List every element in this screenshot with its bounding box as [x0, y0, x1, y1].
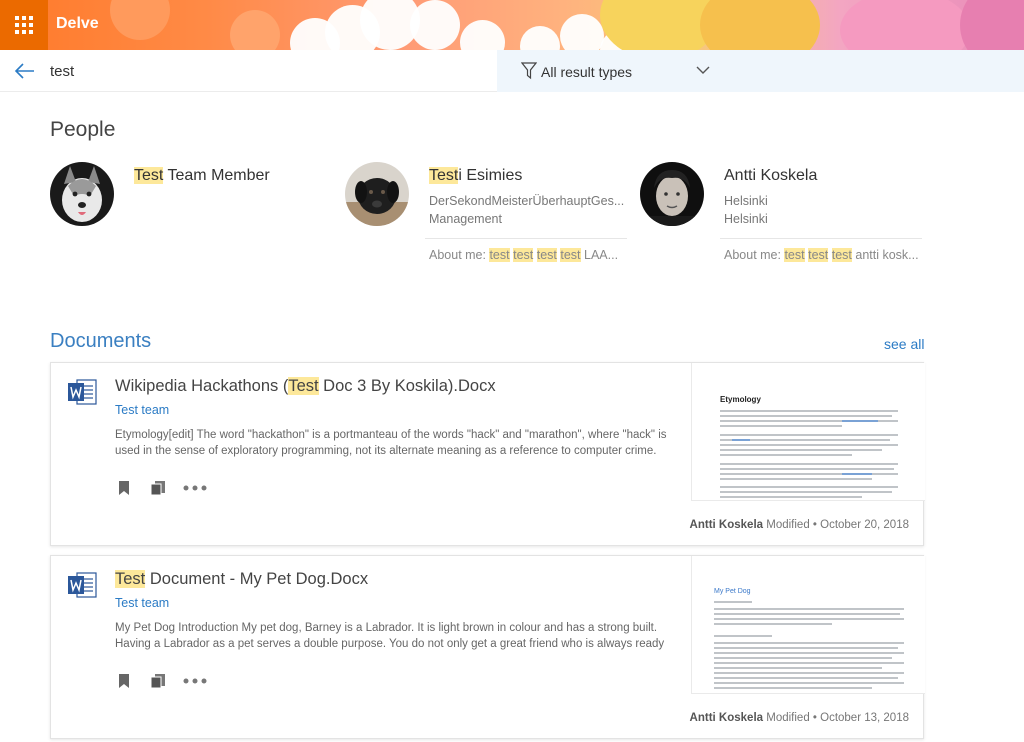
copy-icon	[150, 481, 165, 496]
copy-icon	[150, 674, 165, 689]
copy-link-button[interactable]	[149, 672, 167, 690]
banner-cloud	[520, 26, 560, 50]
person-department: DerSekondMeisterÜberhauptGes...	[429, 194, 625, 208]
search-highlight: Test	[429, 167, 459, 184]
banner-decoration	[840, 0, 970, 50]
banner-decoration	[110, 0, 170, 40]
waffle-icon	[15, 16, 33, 34]
avatar	[640, 162, 704, 226]
filter-icon	[521, 62, 537, 80]
person-office: Helsinki	[724, 212, 768, 226]
search-highlight: Test	[288, 377, 319, 395]
person-name[interactable]: Antti Koskela	[724, 167, 817, 185]
documents-heading: Documents	[50, 330, 152, 352]
top-banner: Delve	[0, 0, 1024, 50]
person-card[interactable]: Test Team Member	[50, 162, 330, 272]
person-name[interactable]: Testi Esimies	[429, 167, 522, 185]
document-actions	[115, 672, 207, 690]
app-launcher-button[interactable]	[0, 0, 48, 50]
document-modified: Antti Koskela Modified • October 20, 201…	[689, 519, 909, 531]
divider	[425, 238, 627, 239]
word-document-icon	[68, 379, 97, 405]
person-title: Management	[429, 212, 502, 226]
copy-link-button[interactable]	[149, 479, 167, 497]
document-modified: Antti Koskela Modified • October 13, 201…	[689, 712, 909, 724]
bookmark-button[interactable]	[115, 672, 133, 690]
document-title[interactable]: Test Document - My Pet Dog.Docx	[115, 570, 368, 589]
more-options-button[interactable]	[183, 672, 207, 690]
result-type-filter[interactable]: All result types	[497, 50, 1024, 92]
person-location: Helsinki	[724, 194, 768, 208]
document-author[interactable]: Antti Koskela	[690, 519, 764, 531]
thumbnail-text-lines	[720, 410, 898, 498]
document-title[interactable]: Wikipedia Hackathons (Test Doc 3 By Kosk…	[115, 377, 496, 396]
avatar	[345, 162, 409, 226]
bookmark-icon	[119, 674, 129, 688]
person-about: About me: test test test test LAA...	[429, 248, 619, 262]
person-card[interactable]: Testi Esimies DerSekondMeisterÜberhauptG…	[345, 162, 627, 272]
back-arrow-icon[interactable]	[14, 60, 36, 82]
document-team-link[interactable]: Test team	[115, 403, 169, 417]
banner-cloud	[410, 0, 460, 50]
document-team-link[interactable]: Test team	[115, 596, 169, 610]
search-highlight: Test	[115, 570, 146, 588]
banner-decoration	[230, 10, 280, 50]
more-options-button[interactable]	[183, 479, 207, 497]
see-all-link[interactable]: see all	[884, 336, 924, 352]
search-highlight: Test	[134, 167, 164, 184]
document-snippet: Etymology[edit] The word "hackathon" is …	[115, 429, 667, 457]
document-card[interactable]: Wikipedia Hackathons (Test Doc 3 By Kosk…	[50, 362, 925, 546]
more-icon	[183, 678, 207, 684]
bookmark-icon	[119, 481, 129, 495]
person-card[interactable]: Antti Koskela Helsinki Helsinki About me…	[640, 162, 922, 272]
search-input[interactable]: test	[50, 63, 74, 80]
document-thumbnail[interactable]: Etymology	[691, 363, 925, 501]
document-card[interactable]: Test Document - My Pet Dog.Docx Test tea…	[50, 555, 925, 739]
banner-cloud	[560, 14, 604, 50]
banner-cloud	[460, 20, 505, 50]
avatar	[50, 162, 114, 226]
thumbnail-text-lines	[714, 601, 904, 689]
more-icon	[183, 485, 207, 491]
person-name[interactable]: Test Team Member	[134, 167, 270, 185]
banner-decoration	[960, 0, 1024, 50]
person-about: About me: test test test antti kosk...	[724, 248, 919, 262]
document-actions	[115, 479, 207, 497]
document-snippet: My Pet Dog Introduction My pet dog, Barn…	[115, 622, 665, 650]
divider	[720, 238, 922, 239]
people-heading: People	[50, 118, 116, 141]
chevron-down-icon	[696, 66, 710, 74]
filter-label: All result types	[541, 64, 633, 80]
app-title[interactable]: Delve	[56, 15, 99, 33]
document-author[interactable]: Antti Koskela	[690, 712, 764, 724]
word-document-icon	[68, 572, 97, 598]
banner-decoration	[700, 0, 820, 50]
search-bar: test All result types	[0, 50, 1024, 92]
bookmark-button[interactable]	[115, 479, 133, 497]
document-thumbnail[interactable]: My Pet Dog	[691, 556, 925, 694]
